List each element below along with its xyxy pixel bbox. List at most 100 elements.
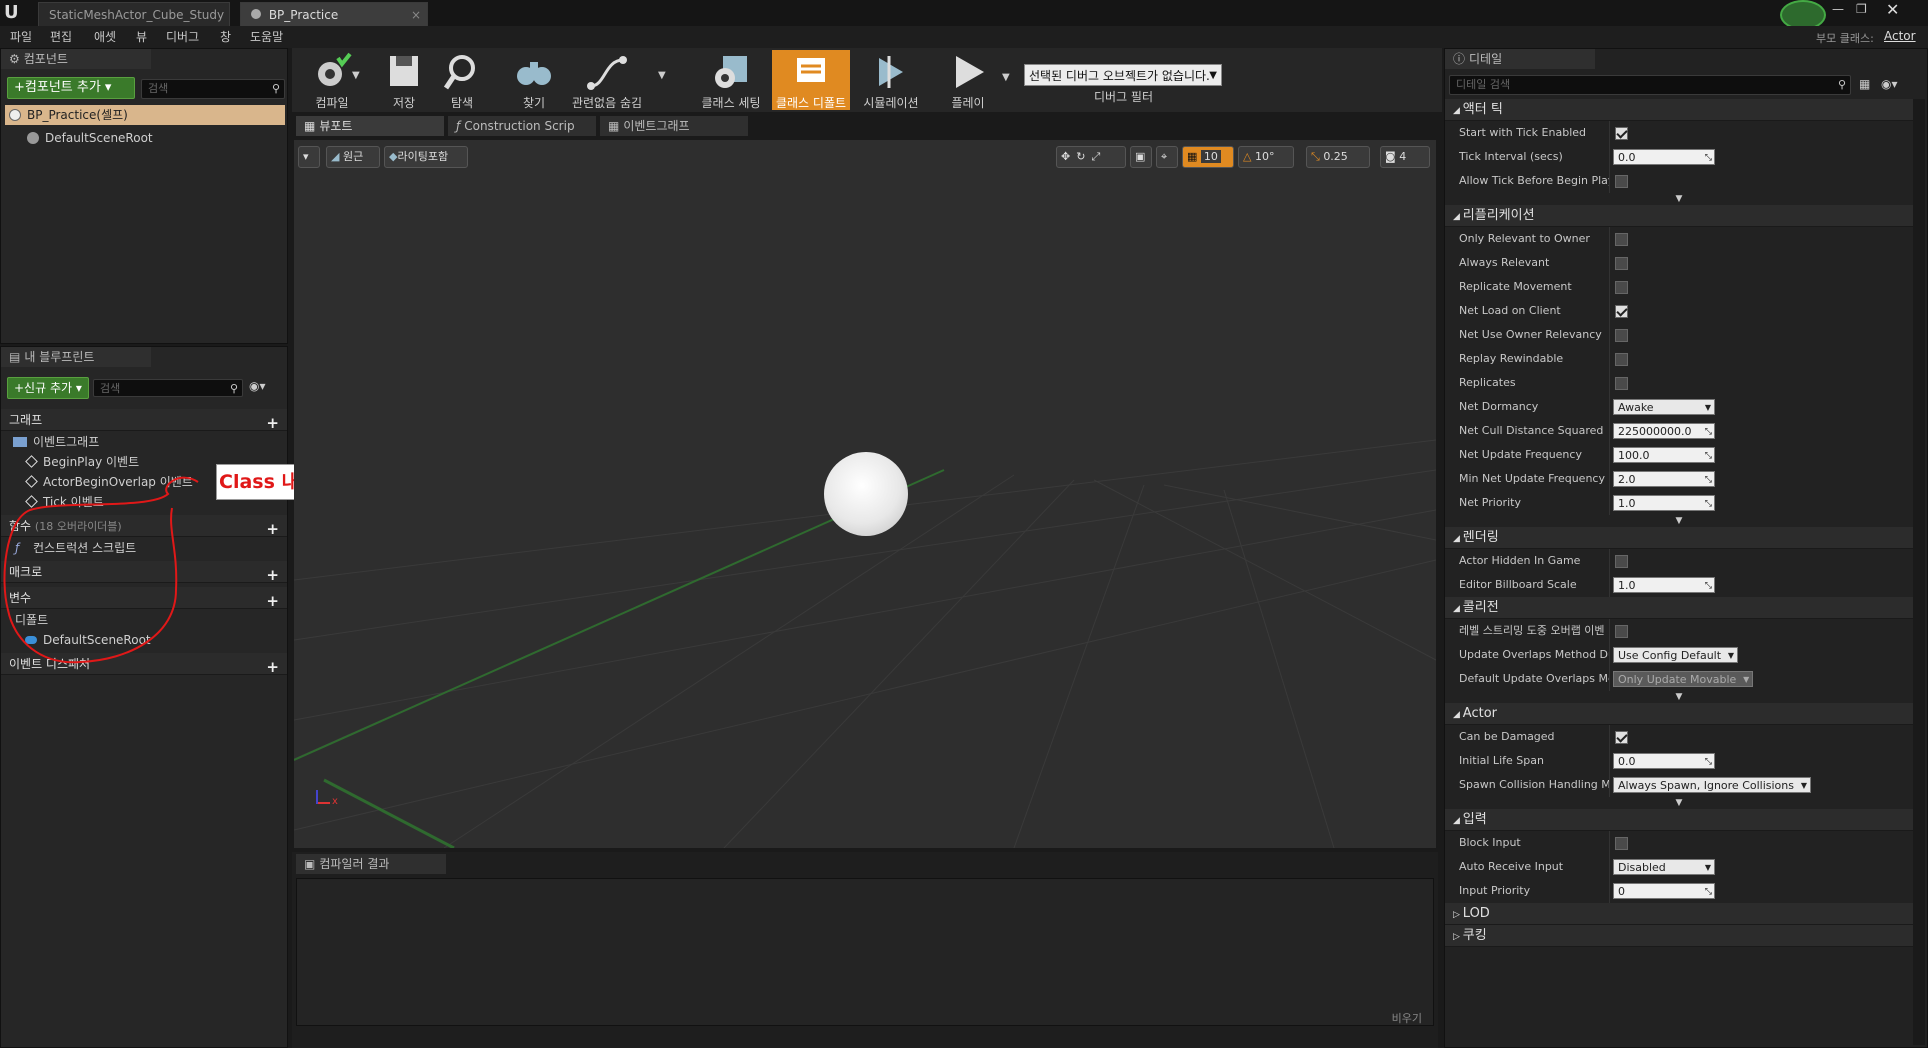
perspective-button[interactable]: ◢ 원근: [326, 146, 380, 168]
details-section-header[interactable]: ◢ 콜리전: [1445, 597, 1913, 619]
show-advanced-arrow-icon[interactable]: ▼: [1445, 193, 1913, 205]
macros-section[interactable]: 매크로 +: [1, 561, 287, 586]
transform-tools-group[interactable]: ✥↻⤢: [1056, 146, 1126, 168]
property-checkbox[interactable]: [1615, 353, 1628, 366]
property-checkbox[interactable]: [1615, 837, 1628, 850]
construction-script-item[interactable]: ƒ 컨스트럭션 스크립트: [13, 539, 136, 557]
default-category-item[interactable]: 디폴트: [9, 611, 48, 629]
event-graph-item[interactable]: 이벤트그래프: [9, 433, 99, 451]
property-checkbox[interactable]: [1615, 625, 1628, 638]
event-dispatchers-section[interactable]: 이벤트 디스패처 +: [1, 653, 287, 678]
graphs-section[interactable]: 그래프 +: [1, 409, 287, 434]
maximize-icon[interactable]: ❐: [1856, 2, 1872, 16]
find-button[interactable]: 찾기: [506, 50, 562, 110]
property-number-input[interactable]: 0 ⤡: [1613, 883, 1715, 899]
component-root-item[interactable]: DefaultSceneRoot: [27, 129, 153, 147]
add-dispatcher-icon[interactable]: +: [266, 656, 279, 678]
viewport[interactable]: x: [294, 140, 1436, 848]
show-advanced-arrow-icon[interactable]: ▼: [1445, 515, 1913, 527]
components-tab[interactable]: ⚙ 컴포넌트: [1, 49, 151, 69]
menu-asset[interactable]: 애셋: [94, 28, 116, 45]
minimize-icon[interactable]: —: [1832, 2, 1848, 16]
property-checkbox[interactable]: [1615, 305, 1628, 318]
menu-help[interactable]: 도움말: [250, 28, 283, 45]
tab-bp-practice[interactable]: BP_Practice ×: [240, 2, 428, 26]
property-dropdown[interactable]: Awake ▼: [1613, 399, 1715, 415]
property-checkbox[interactable]: [1615, 257, 1628, 270]
play-button[interactable]: 플레이: [940, 50, 996, 110]
property-number-input[interactable]: 100.0 ⤡: [1613, 447, 1715, 463]
property-number-input[interactable]: 1.0 ⤡: [1613, 577, 1715, 593]
debug-object-select[interactable]: 선택된 디버그 오브젝트가 없습니다. ▼: [1024, 64, 1222, 86]
menu-view[interactable]: 뷰: [136, 28, 147, 45]
add-graph-icon[interactable]: +: [266, 412, 279, 434]
blueprint-search-input[interactable]: 검색 ⚲: [93, 379, 243, 397]
tab-construction-script[interactable]: ƒ Construction Scrip: [448, 116, 596, 136]
clear-button[interactable]: 비우기: [1392, 1010, 1422, 1026]
property-matrix-icon[interactable]: ▦: [1859, 77, 1870, 91]
component-self-item[interactable]: BP_Practice(셀프): [5, 105, 285, 125]
add-new-button[interactable]: +신규 추가 ▾: [7, 377, 89, 399]
details-section-header[interactable]: ◢ 입력: [1445, 809, 1913, 831]
details-section-header[interactable]: ▷ LOD: [1445, 903, 1913, 925]
show-advanced-arrow-icon[interactable]: ▼: [1445, 797, 1913, 809]
event-tick-item[interactable]: Tick 이벤트: [25, 493, 104, 511]
close-icon[interactable]: ×: [411, 3, 421, 27]
show-advanced-arrow-icon[interactable]: ▼: [1445, 691, 1913, 703]
details-section-header[interactable]: ◢ 렌더링: [1445, 527, 1913, 549]
play-dropdown-icon[interactable]: ▼: [1002, 72, 1010, 83]
property-checkbox[interactable]: [1615, 731, 1628, 744]
add-variable-icon[interactable]: +: [266, 590, 279, 612]
add-function-icon[interactable]: +: [266, 518, 279, 540]
details-section-header[interactable]: ◢ 리플리케이션: [1445, 205, 1913, 227]
property-checkbox[interactable]: [1615, 555, 1628, 568]
tab-viewport[interactable]: ▦ 뷰포트: [296, 116, 444, 136]
compiler-results-tab[interactable]: ▣ 컴파일러 결과: [296, 854, 446, 874]
view-options-icon[interactable]: ◉▾: [1881, 77, 1898, 91]
simulate-button[interactable]: 시뮬레이션: [852, 50, 930, 110]
tab-event-graph[interactable]: ▦ 이벤트그래프: [600, 116, 748, 136]
details-scrollbar[interactable]: [1913, 99, 1925, 1045]
parent-class-link[interactable]: Actor: [1884, 29, 1916, 43]
functions-section[interactable]: 함수 (18 오버라이더블) +: [1, 515, 287, 540]
details-section-header[interactable]: ◢ 액터 틱: [1445, 99, 1913, 121]
browse-button[interactable]: 탐색: [434, 50, 490, 110]
property-checkbox[interactable]: [1615, 281, 1628, 294]
details-section-header[interactable]: ▷ 쿠킹: [1445, 925, 1913, 947]
tab-staticmesh[interactable]: StaticMeshActor_Cube_Study: [38, 2, 230, 26]
view-options-icon[interactable]: ◉▾: [249, 379, 266, 393]
menu-window[interactable]: 창: [220, 28, 231, 45]
property-number-input[interactable]: 0.0 ⤡: [1613, 149, 1715, 165]
property-number-input[interactable]: 225000000.0 ⤡: [1613, 423, 1715, 439]
scale-snap-toggle[interactable]: ⤡ 0.25: [1306, 146, 1370, 168]
rotation-snap-toggle[interactable]: △ 10°: [1238, 146, 1294, 168]
details-section-header[interactable]: ◢ Actor: [1445, 703, 1913, 725]
hide-unrelated-dropdown-icon[interactable]: ▼: [658, 70, 666, 81]
property-dropdown[interactable]: Use Config Default ▼: [1613, 647, 1739, 663]
add-component-button[interactable]: +컴포넌트 추가 ▾: [7, 77, 135, 99]
sphere-mesh[interactable]: [824, 452, 908, 536]
compile-dropdown-icon[interactable]: ▼: [352, 70, 360, 81]
close-window-icon[interactable]: ✕: [1886, 0, 1906, 19]
details-tab[interactable]: ⓘ 디테일: [1445, 49, 1595, 69]
viewport-options-button[interactable]: ▾: [298, 146, 320, 168]
event-actorbeginoverlap-item[interactable]: ActorBeginOverlap 이벤트: [25, 473, 193, 491]
property-checkbox[interactable]: [1615, 329, 1628, 342]
lighting-button[interactable]: ◆라이팅포함: [384, 146, 468, 168]
components-search-input[interactable]: 검색 ⚲: [141, 79, 285, 99]
event-beginplay-item[interactable]: BeginPlay 이벤트: [25, 453, 139, 471]
property-checkbox[interactable]: [1615, 175, 1628, 188]
details-search-input[interactable]: 디테일 검색 ⚲: [1449, 75, 1851, 95]
property-dropdown[interactable]: Always Spawn, Ignore Collisions ▼: [1613, 777, 1811, 793]
surface-snap-toggle[interactable]: ⌖: [1156, 146, 1178, 168]
class-settings-button[interactable]: 클래스 세팅: [692, 50, 770, 110]
property-checkbox[interactable]: [1615, 233, 1628, 246]
world-local-toggle[interactable]: ▣: [1130, 146, 1152, 168]
add-macro-icon[interactable]: +: [266, 564, 279, 586]
property-number-input[interactable]: 2.0 ⤡: [1613, 471, 1715, 487]
property-number-input[interactable]: 1.0 ⤡: [1613, 495, 1715, 511]
property-dropdown[interactable]: Disabled ▼: [1613, 859, 1715, 875]
variables-section[interactable]: 변수 +: [1, 587, 287, 612]
hide-unrelated-button[interactable]: 관련없음 숨김: [566, 50, 648, 110]
menu-debug[interactable]: 디버그: [166, 28, 199, 45]
